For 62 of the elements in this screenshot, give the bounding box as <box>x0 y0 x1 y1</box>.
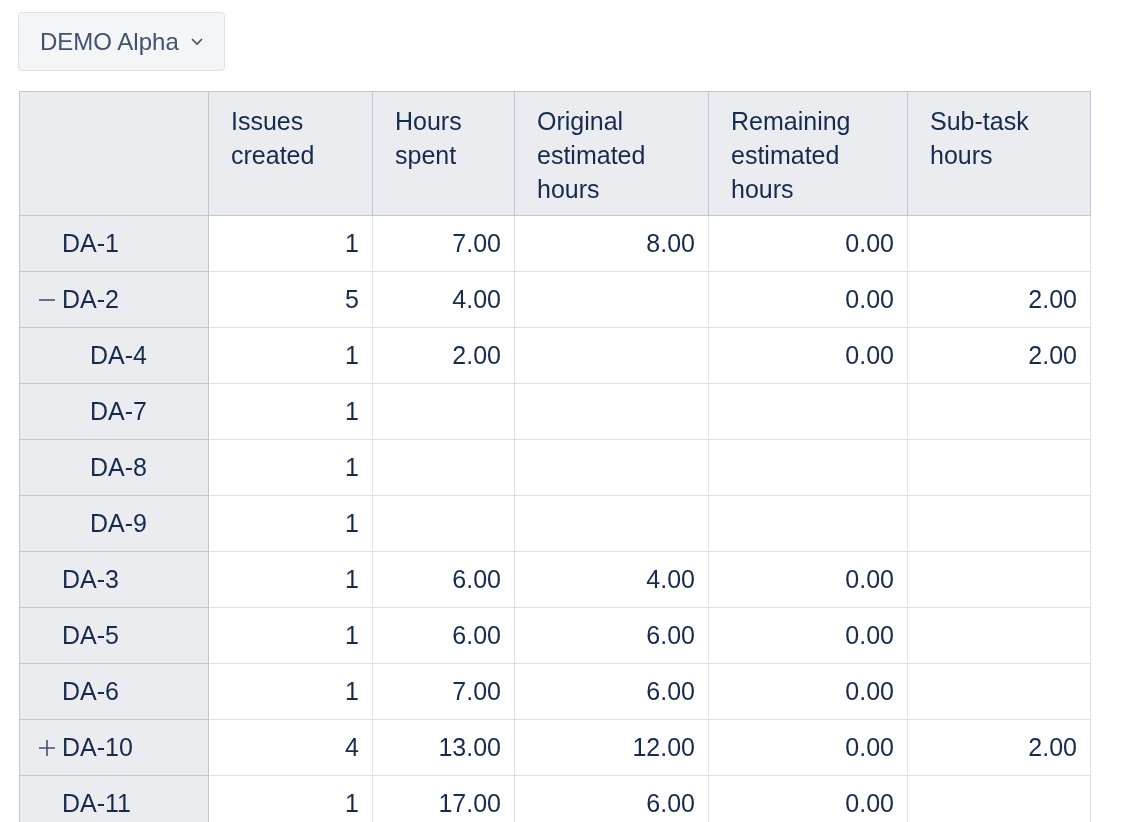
table-cell: 13.00 <box>372 719 515 776</box>
table-cell: 6.00 <box>372 607 515 664</box>
table-cell: 1 <box>208 383 373 440</box>
row-header[interactable]: DA-5 <box>19 607 209 664</box>
column-header: Sub-task hours <box>907 91 1091 216</box>
row-header[interactable]: DA-7 <box>19 383 209 440</box>
table-cell: 1 <box>208 607 373 664</box>
table-cell: 0.00 <box>708 719 908 776</box>
table-cell: 7.00 <box>372 663 515 720</box>
table-cell: 4 <box>208 719 373 776</box>
table-cell: 12.00 <box>514 719 709 776</box>
table-cell: 0.00 <box>708 551 908 608</box>
table-cell: 0.00 <box>708 271 908 328</box>
row-header[interactable]: DA-3 <box>19 551 209 608</box>
issue-key: DA-4 <box>90 336 147 375</box>
chevron-down-icon <box>190 37 203 46</box>
table-cell: 7.00 <box>372 215 515 272</box>
table-cell: 1 <box>208 215 373 272</box>
table-cell: 1 <box>208 495 373 552</box>
column-header: Hours spent <box>372 91 515 216</box>
table-cell: 5 <box>208 271 373 328</box>
table-cell: 6.00 <box>514 607 709 664</box>
table-cell: 6.00 <box>372 551 515 608</box>
issue-key: DA-10 <box>62 728 133 767</box>
table-cell: 4.00 <box>514 551 709 608</box>
issue-key: DA-1 <box>62 224 119 263</box>
column-header: Issues created <box>208 91 373 216</box>
issue-key: DA-3 <box>62 560 119 599</box>
issue-key: DA-5 <box>62 616 119 655</box>
row-header[interactable]: DA-6 <box>19 663 209 720</box>
table-cell: 1 <box>208 327 373 384</box>
table-cell: 2.00 <box>907 719 1091 776</box>
table-cell: 1 <box>208 551 373 608</box>
issue-key: DA-6 <box>62 672 119 711</box>
plus-icon[interactable] <box>38 738 56 757</box>
table-cell: 0.00 <box>708 663 908 720</box>
row-header[interactable]: DA-9 <box>19 495 209 552</box>
issue-key: DA-11 <box>62 784 131 822</box>
issue-key: DA-7 <box>90 392 147 431</box>
row-header[interactable]: DA-2 <box>19 271 209 328</box>
table-cell: 0.00 <box>708 215 908 272</box>
table-cell: 0.00 <box>708 327 908 384</box>
table-cell: 2.00 <box>907 271 1091 328</box>
table-cell: 1 <box>208 439 373 496</box>
issue-key: DA-8 <box>90 448 147 487</box>
row-header[interactable]: DA-11 <box>19 775 209 822</box>
row-header[interactable]: DA-4 <box>19 327 209 384</box>
column-header: Remaining estimated hours <box>708 91 908 216</box>
table-cell: 6.00 <box>514 663 709 720</box>
row-header[interactable]: DA-1 <box>19 215 209 272</box>
issue-key: DA-2 <box>62 280 119 319</box>
issue-key: DA-9 <box>90 504 147 543</box>
column-header: Original estimated hours <box>514 91 709 216</box>
row-header[interactable]: DA-10 <box>19 719 209 776</box>
table-cell: 4.00 <box>372 271 515 328</box>
table-cell: 0.00 <box>708 607 908 664</box>
row-header[interactable]: DA-8 <box>19 439 209 496</box>
table-cell: 1 <box>208 663 373 720</box>
table-cell: 2.00 <box>907 327 1091 384</box>
table-cell: 2.00 <box>372 327 515 384</box>
table-cell: 8.00 <box>514 215 709 272</box>
project-dropdown[interactable]: DEMO Alpha <box>18 12 225 71</box>
